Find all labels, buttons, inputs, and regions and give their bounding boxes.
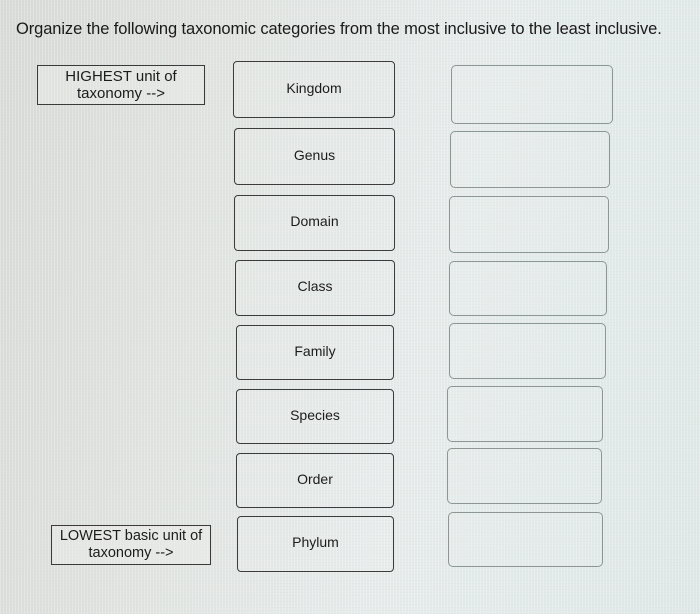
draggable-tile-species[interactable]: Species xyxy=(236,389,394,444)
tile-label: Domain xyxy=(290,213,339,229)
tile-label: Genus xyxy=(293,146,336,163)
tile-label: Kingdom xyxy=(286,79,342,96)
drop-slot-4[interactable] xyxy=(449,261,607,316)
drop-slot-2[interactable] xyxy=(450,131,610,188)
drop-slot-7[interactable] xyxy=(447,448,602,504)
tile-label: Species xyxy=(290,406,340,423)
tile-label: Order xyxy=(297,470,333,487)
lowest-label-line1: LOWEST basic unit of xyxy=(59,528,203,544)
highest-unit-label: HIGHEST unit of taxonomy --> xyxy=(37,65,205,105)
highest-label-line2: taxonomy --> xyxy=(77,85,165,102)
tile-label: Family xyxy=(294,342,336,359)
drop-slot-1[interactable] xyxy=(451,65,613,124)
draggable-tile-phylum[interactable]: Phylum xyxy=(237,516,394,572)
draggable-tile-family[interactable]: Family xyxy=(236,325,394,380)
drop-slot-8[interactable] xyxy=(448,512,603,567)
lowest-unit-label: LOWEST basic unit of taxonomy --> xyxy=(51,525,211,565)
tile-label: Class xyxy=(297,278,333,294)
draggable-tile-domain[interactable]: Domain xyxy=(234,195,395,251)
draggable-tile-order[interactable]: Order xyxy=(236,453,394,508)
draggable-tile-class[interactable]: Class xyxy=(235,260,395,316)
question-prompt: Organize the following taxonomic categor… xyxy=(16,20,662,38)
draggable-tile-genus[interactable]: Genus xyxy=(234,128,395,185)
lowest-label-line2: taxonomy --> xyxy=(88,545,174,561)
drop-slot-3[interactable] xyxy=(449,196,609,253)
drop-slot-5[interactable] xyxy=(449,323,606,379)
draggable-tile-kingdom[interactable]: Kingdom xyxy=(233,61,395,118)
tile-label: Phylum xyxy=(292,534,339,550)
drop-slot-6[interactable] xyxy=(447,386,603,442)
highest-label-line1: HIGHEST unit of xyxy=(65,68,177,85)
